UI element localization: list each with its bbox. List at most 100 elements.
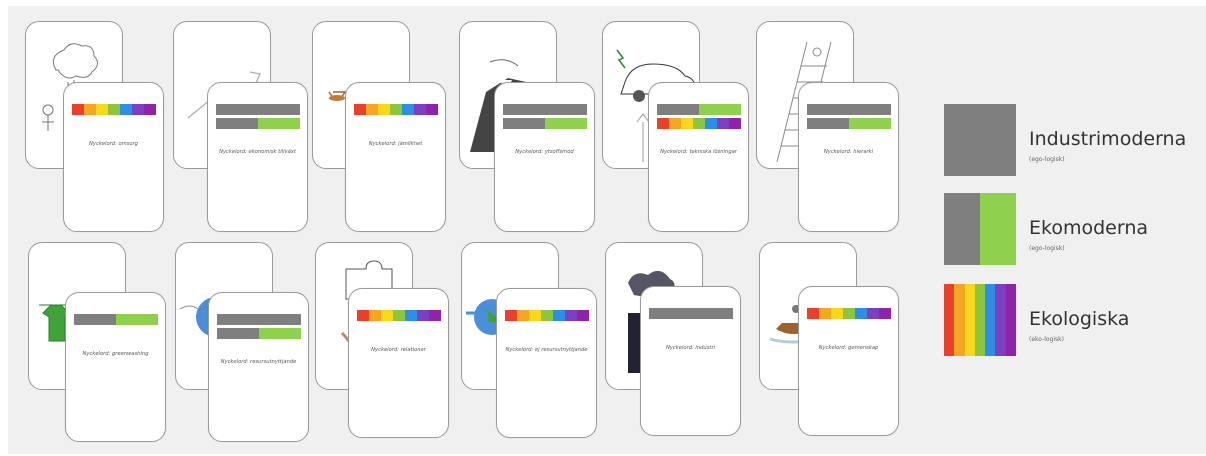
bar-segment <box>577 310 589 321</box>
category-bars <box>807 104 891 132</box>
bar-segment <box>819 308 831 319</box>
bar-segment <box>657 104 699 115</box>
keyword-card[interactable]: Nyckelord: resursutnyttjande <box>208 292 309 442</box>
bar-segment <box>217 328 259 339</box>
gray-green-bar <box>503 118 587 129</box>
bar-segment <box>807 118 849 129</box>
gray-bar <box>503 104 587 115</box>
card-keyword: Nyckelord: relationer <box>371 347 426 353</box>
bar-segment <box>84 104 96 115</box>
bar-segment <box>693 118 705 129</box>
bar-segment <box>717 118 729 129</box>
bar-segment <box>503 104 587 115</box>
bar-segment <box>393 310 405 321</box>
bar-segment <box>217 314 301 325</box>
gray-bar <box>216 104 300 115</box>
bar-segment <box>705 118 717 129</box>
bar-segment <box>426 104 438 115</box>
swatch-segment <box>944 104 1016 176</box>
bar-segment <box>116 314 158 325</box>
rainbow-bar <box>354 104 438 115</box>
keyword-card[interactable]: Nyckelord: relationer <box>348 288 449 438</box>
keyword-card[interactable]: Nyckelord: jämlikhet <box>345 82 446 232</box>
card-board: Nyckelord: omsorg Nyckelord: ekonomisk ti… <box>8 6 1206 454</box>
bar-segment <box>144 104 156 115</box>
bar-segment <box>216 104 300 115</box>
bar-segment <box>366 104 378 115</box>
bar-segment <box>681 118 693 129</box>
legend-title: Ekomoderna <box>1029 217 1149 239</box>
category-bars <box>505 310 589 324</box>
category-bars <box>657 104 741 132</box>
bar-segment <box>541 310 553 321</box>
bar-segment <box>402 104 414 115</box>
bar-segment <box>405 310 417 321</box>
bar-segment <box>807 104 891 115</box>
category-bars <box>217 314 301 342</box>
bar-segment <box>108 104 120 115</box>
keyword-card[interactable]: Nyckelord: industri <box>640 286 741 436</box>
category-bars <box>354 104 438 118</box>
rainbow-bar <box>505 310 589 321</box>
bar-segment <box>378 104 390 115</box>
bar-segment <box>843 308 855 319</box>
keyword-card[interactable]: Nyckelord: greenwashing <box>65 292 166 442</box>
legend-swatch-gray-green <box>944 193 1016 265</box>
category-bars <box>216 104 300 132</box>
bar-segment <box>849 118 891 129</box>
bar-segment <box>390 104 402 115</box>
bar-segment <box>855 308 867 319</box>
bar-segment <box>429 310 441 321</box>
category-bars <box>503 104 587 132</box>
bar-segment <box>96 104 108 115</box>
keyword-card[interactable]: Nyckelord: ej resursutnyttjande <box>496 288 597 438</box>
card-keyword: Nyckelord: gemenskap <box>818 345 879 351</box>
keyword-card[interactable]: Nyckelord: ytsoffsmod <box>494 82 595 232</box>
gray-bar <box>807 104 891 115</box>
card-keyword: Nyckelord: hierarki <box>823 149 874 155</box>
bar-segment <box>216 118 258 129</box>
keyword-card[interactable]: Nyckelord: omsorg <box>63 82 164 232</box>
bar-segment <box>669 118 681 129</box>
keyword-card[interactable]: Nyckelord: gemenskap <box>798 286 899 436</box>
legend-subtitle: (ego-logisk) <box>1029 245 1065 252</box>
bar-segment <box>381 310 393 321</box>
keyword-card[interactable]: Nyckelord: hierarki <box>798 82 899 232</box>
bar-segment <box>369 310 381 321</box>
gray-green-bar <box>74 314 158 325</box>
bar-segment <box>132 104 144 115</box>
card-keyword: Nyckelord: ekonomisk tillväxt <box>219 149 296 155</box>
swatch-segment <box>995 284 1006 356</box>
swatch-segment <box>974 284 986 356</box>
legend-swatch-gray <box>944 104 1016 176</box>
legend-swatch-rainbow <box>944 284 1016 356</box>
category-bars <box>807 308 891 322</box>
bar-segment <box>354 104 366 115</box>
keyword-card[interactable]: Nyckelord: ekonomisk tillväxt <box>207 82 308 232</box>
bar-segment <box>729 118 741 129</box>
swatch-segment <box>1005 284 1016 356</box>
bar-segment <box>879 308 891 319</box>
bar-segment <box>657 118 669 129</box>
bar-segment <box>529 310 541 321</box>
bar-segment <box>72 104 84 115</box>
legend-subtitle: (ego-logisk) <box>1029 156 1065 163</box>
bar-segment <box>553 310 565 321</box>
bar-segment <box>565 310 577 321</box>
rainbow-bar <box>657 118 741 129</box>
gray-green-bar <box>657 104 741 115</box>
keyword-card[interactable]: Nyckelord: tekniska lösningar <box>648 82 749 232</box>
bar-segment <box>831 308 843 319</box>
gray-green-bar <box>216 118 300 129</box>
bar-segment <box>357 310 369 321</box>
swatch-segment <box>944 193 980 265</box>
rainbow-bar <box>807 308 891 319</box>
legend-title: Ekologiska <box>1029 308 1130 330</box>
card-keyword: Nyckelord: tekniska lösningar <box>660 149 737 155</box>
swatch-segment <box>985 284 996 356</box>
bar-segment <box>417 310 429 321</box>
bar-segment <box>414 104 426 115</box>
bar-segment <box>517 310 529 321</box>
bar-segment <box>258 118 300 129</box>
card-keyword: Nyckelord: ytsoffsmod <box>515 149 574 155</box>
